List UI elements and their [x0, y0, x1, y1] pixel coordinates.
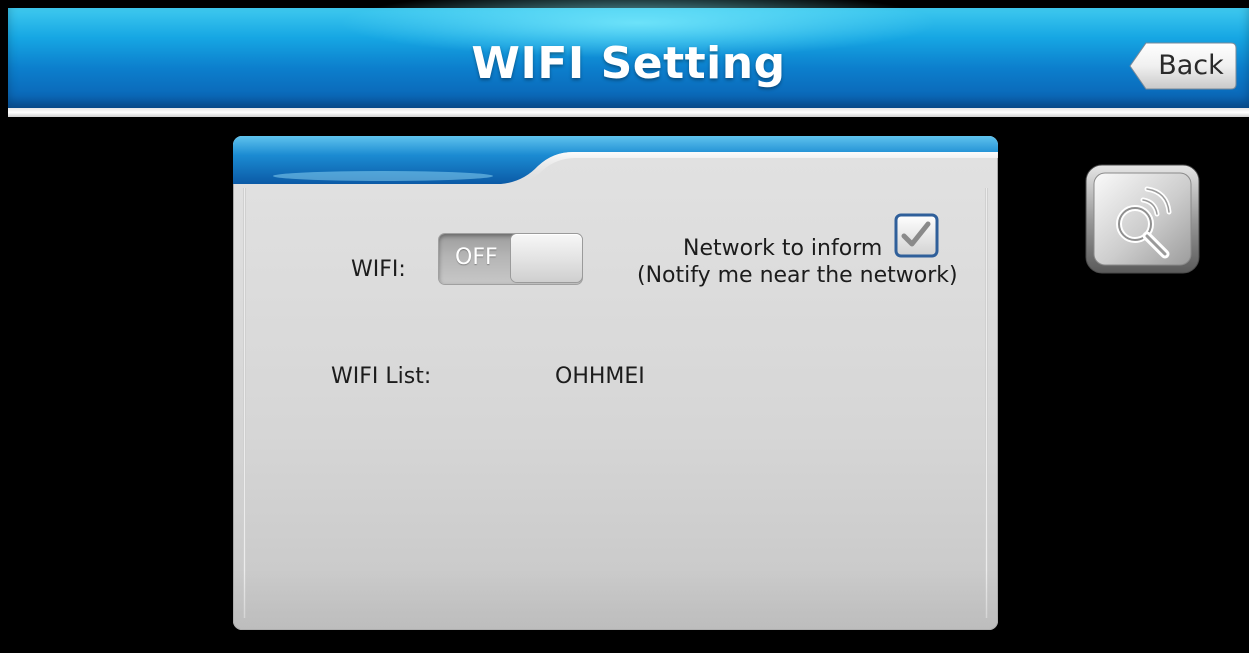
checkmark-icon	[894, 213, 939, 258]
wifi-toggle[interactable]: OFF	[439, 234, 582, 284]
wifi-label: WIFI:	[351, 257, 406, 282]
wifi-toggle-state: OFF	[455, 245, 498, 270]
panel-bottom-shade	[233, 570, 998, 630]
wifi-scan-button[interactable]	[1085, 164, 1200, 274]
wifi-list-label: WIFI List:	[331, 364, 432, 389]
back-button[interactable]: Back	[1128, 42, 1237, 90]
panel-rail-left	[243, 188, 246, 618]
screen: WIFI Setting Back WIFI: OFF Network to i…	[0, 0, 1249, 653]
notify-sublabel: (Notify me near the network)	[637, 263, 958, 288]
wifi-network-item[interactable]: OHHMEI	[555, 364, 645, 389]
panel-tab-header	[233, 136, 998, 188]
wifi-toggle-knob	[511, 234, 582, 282]
page-title: WIFI Setting	[471, 38, 786, 89]
notify-label: Network to inform	[683, 236, 883, 261]
notify-checkbox[interactable]	[894, 213, 939, 258]
back-button-label: Back	[1158, 50, 1224, 81]
wifi-search-icon	[1085, 164, 1200, 274]
panel-rail-right	[985, 188, 988, 618]
header-bar: WIFI Setting Back	[8, 0, 1249, 108]
settings-panel: WIFI: OFF Network to inform (Notify me n…	[233, 136, 998, 630]
header-separator	[8, 108, 1249, 117]
